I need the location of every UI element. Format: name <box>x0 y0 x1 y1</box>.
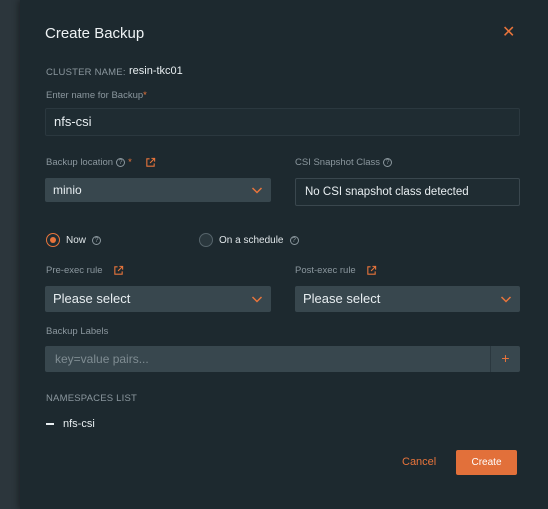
help-circle-icon[interactable]: ? <box>116 158 126 167</box>
namespace-list-item: nfs-csi <box>46 418 95 430</box>
namespaces-list-label: NAMESPACES LIST <box>46 393 137 404</box>
external-link-icon[interactable] <box>113 265 124 276</box>
dash-icon <box>46 423 54 425</box>
csi-snapshot-label-text: CSI Snapshot Class <box>295 157 381 168</box>
backup-location-value: minio <box>53 183 82 197</box>
chevron-down-icon <box>500 296 512 303</box>
namespace-name: nfs-csi <box>63 418 95 430</box>
help-circle-icon[interactable]: ? <box>92 235 102 245</box>
required-mark: * <box>128 157 132 168</box>
backup-labels-input[interactable]: key=value pairs... <box>45 346 490 372</box>
help-circle-icon[interactable]: ? <box>289 235 299 245</box>
post-exec-rule-value: Please select <box>303 291 381 306</box>
post-exec-rule-label: Post-exec rule <box>295 265 377 276</box>
radio-on-schedule[interactable] <box>199 233 213 247</box>
add-label-button[interactable]: + <box>490 346 520 372</box>
schedule-recurring-label: On a schedule <box>219 234 284 246</box>
backup-location-label: Backup location ? * <box>46 157 156 168</box>
cancel-button[interactable]: Cancel <box>402 456 436 468</box>
schedule-now-option[interactable]: Now ? <box>46 233 102 247</box>
pre-exec-rule-value: Please select <box>53 291 131 306</box>
backup-name-label: Enter name for Backup* <box>46 90 147 101</box>
pre-exec-rule-label-text: Pre-exec rule <box>46 265 103 276</box>
cluster-name-label: CLUSTER NAME: <box>46 67 126 78</box>
csi-snapshot-value: No CSI snapshot class detected <box>295 178 520 206</box>
backup-labels-label: Backup Labels <box>46 326 109 337</box>
external-link-icon[interactable] <box>366 265 377 276</box>
create-backup-dialog: Create Backup ✕ CLUSTER NAME: resin-tkc0… <box>20 0 548 509</box>
required-mark: * <box>143 90 147 101</box>
radio-now[interactable] <box>46 233 60 247</box>
schedule-now-label: Now <box>66 234 87 246</box>
csi-snapshot-label: CSI Snapshot Class ? <box>295 157 393 168</box>
backup-name-label-text: Enter name for Backup <box>46 90 144 101</box>
help-circle-icon[interactable]: ? <box>383 158 393 167</box>
cluster-name-value: resin-tkc01 <box>129 65 183 77</box>
backup-location-select[interactable]: minio <box>45 178 271 202</box>
schedule-recurring-option[interactable]: On a schedule ? <box>199 233 299 247</box>
chevron-down-icon <box>251 187 263 194</box>
post-exec-rule-label-text: Post-exec rule <box>295 265 356 276</box>
close-icon[interactable]: ✕ <box>502 24 515 42</box>
external-link-icon[interactable] <box>145 157 156 168</box>
backup-name-input[interactable]: nfs-csi <box>45 108 520 136</box>
pre-exec-rule-label: Pre-exec rule <box>46 265 124 276</box>
dialog-title: Create Backup <box>45 25 145 42</box>
page-backdrop <box>0 0 20 509</box>
backup-location-label-text: Backup location <box>46 157 114 168</box>
pre-exec-rule-select[interactable]: Please select <box>45 286 271 312</box>
create-button[interactable]: Create <box>456 450 517 475</box>
post-exec-rule-select[interactable]: Please select <box>295 286 520 312</box>
chevron-down-icon <box>251 296 263 303</box>
